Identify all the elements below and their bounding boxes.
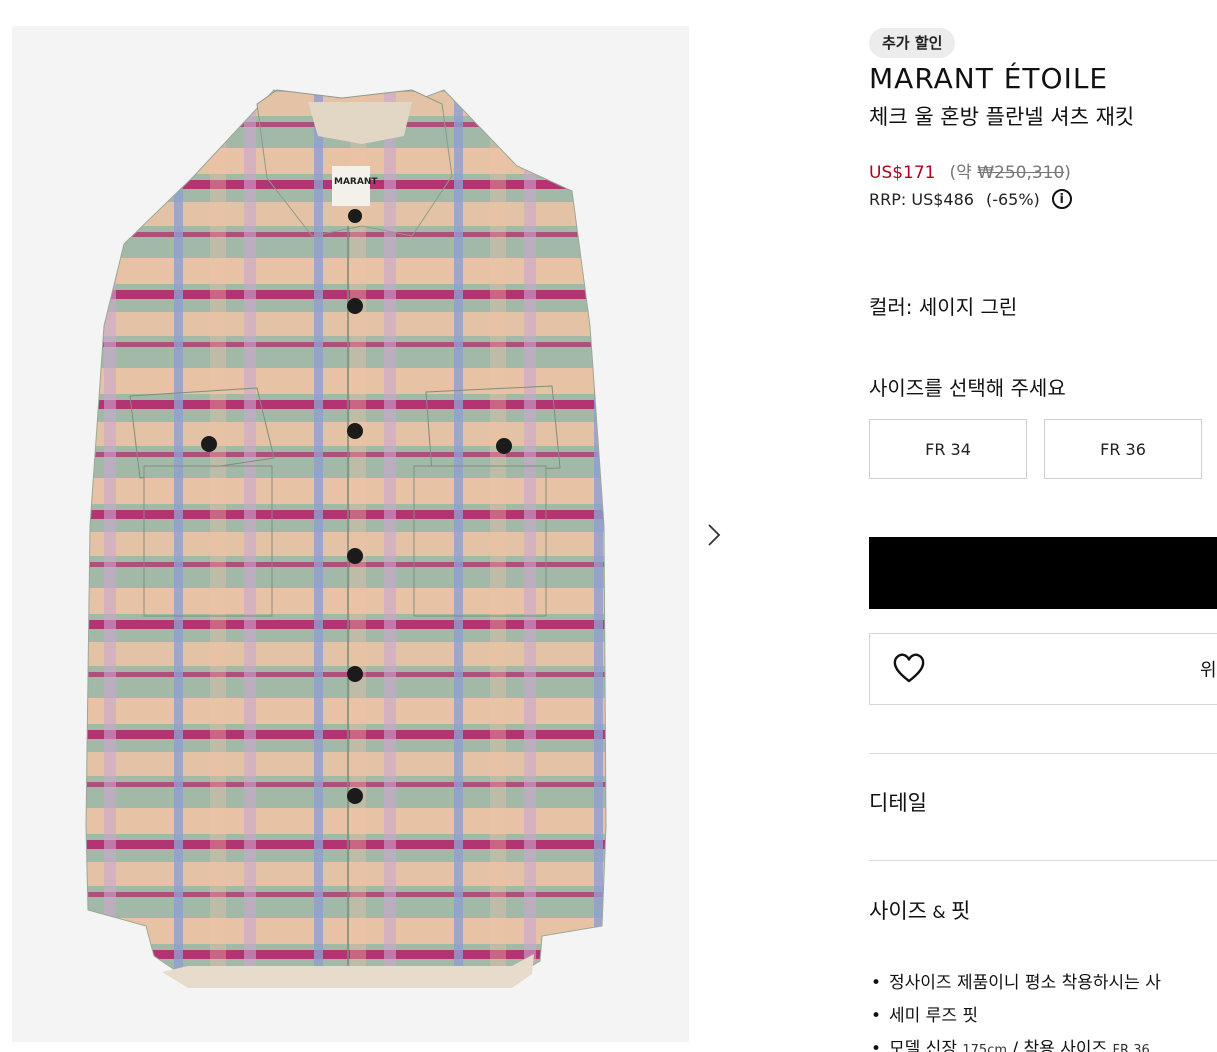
svg-text:MARANT: MARANT [334, 177, 378, 187]
info-glyph: i [1059, 191, 1065, 207]
sale-price: US$171 [869, 163, 936, 183]
divider [869, 860, 1217, 861]
color-row: 컬러: 세이지 그린 [869, 291, 1017, 320]
size-note-text: 정사이즈 제품이니 평소 착용하시는 사 [889, 973, 1161, 993]
next-image-button[interactable] [702, 520, 726, 550]
discount-percent: (-65%) [985, 189, 1040, 209]
size-option-fr34[interactable]: FR 34 [869, 419, 1027, 479]
divider [869, 753, 1217, 754]
add-to-bag-button[interactable] [869, 537, 1217, 609]
model-height: 175cm [962, 1043, 1007, 1052]
product-title: 체크 울 혼방 플란넬 셔츠 재킷 [869, 105, 1135, 129]
chevron-right-icon [708, 524, 721, 546]
wishlist-button[interactable]: 위 [869, 633, 1217, 705]
size-notes-list: 정사이즈 제품이니 평소 착용하시는 사 세미 루즈 핏 모델 신장 175cm… [869, 968, 1161, 1052]
size-fit-label-a: 사이즈 [869, 899, 927, 923]
size-select-prompt: 사이즈를 선택해 주세요 [869, 376, 1066, 400]
model-sep: / 착용 사이즈 [1007, 1039, 1113, 1052]
size-option-label: FR 36 [1100, 439, 1146, 459]
color-value: 세이지 그린 [918, 295, 1018, 319]
size-fit-ampersand: & [926, 903, 952, 923]
heart-icon [893, 653, 925, 683]
list-item: 세미 루즈 핏 [869, 1001, 1161, 1034]
approx-close: ) [1064, 163, 1071, 183]
size-fit-label-b: 핏 [951, 899, 971, 923]
wishlist-label: 위 [1200, 660, 1217, 681]
model-label: 모델 신장 [889, 1039, 963, 1052]
product-image-gallery[interactable]: MARANT [12, 26, 689, 1042]
details-section-toggle[interactable]: 디테일 [869, 787, 927, 817]
size-fit-section-toggle[interactable]: 사이즈 & 핏 [869, 895, 970, 925]
price-row: US$171 (약 ₩250,310) [869, 158, 1071, 183]
size-option-label: FR 34 [925, 439, 971, 459]
product-info-panel: 추가 할인 MARANT ÉTOILE 체크 울 혼방 플란넬 셔츠 재킷 US… [869, 0, 1217, 1052]
color-label: 컬러: [869, 295, 913, 319]
product-image: MARANT [85, 89, 607, 988]
brand-name[interactable]: MARANT ÉTOILE [869, 62, 1108, 95]
model-size: FR 36 [1112, 1043, 1150, 1052]
approx-open: (약 [949, 163, 978, 183]
rrp-row: RRP: US$486 (-65%) i [869, 189, 1072, 209]
approx-price: (약 ₩250,310) [950, 163, 1071, 183]
info-circle-icon[interactable]: i [1051, 189, 1072, 209]
list-item: 모델 신장 175cm / 착용 사이즈 FR 36 [869, 1034, 1161, 1052]
size-option-fr36[interactable]: FR 36 [1044, 419, 1202, 479]
approx-krw-price: ₩250,310 [977, 163, 1065, 183]
list-item: 정사이즈 제품이니 평소 착용하시는 사 [869, 968, 1161, 1001]
rrp-price: RRP: US$486 [869, 189, 974, 209]
extra-discount-badge: 추가 할인 [869, 28, 956, 58]
size-note-text: 세미 루즈 핏 [889, 1006, 979, 1026]
